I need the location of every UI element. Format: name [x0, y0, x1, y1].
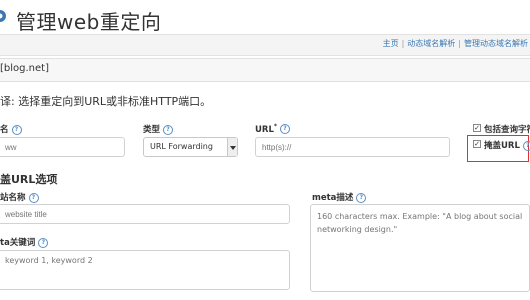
- mask-url-label-wrap: 掩盖URL?: [484, 139, 530, 151]
- site-name-input[interactable]: [0, 204, 290, 224]
- include-query-label: 包括查询字符串: [484, 125, 530, 135]
- meta-keywords-textarea[interactable]: [0, 250, 290, 290]
- type-select[interactable]: URL Forwarding: [143, 137, 238, 157]
- breadcrumb-home[interactable]: 主页: [383, 39, 399, 48]
- domain-label: [blog.net]: [0, 63, 49, 74]
- instruction-text: 译: 选择重定向到URL或非标准HTTP端口。: [0, 95, 212, 108]
- meta-description-label: meta描述: [312, 193, 354, 203]
- subdomain-label-wrap: 名?: [0, 123, 22, 135]
- domain-bar: [0, 58, 530, 82]
- mask-url-checkbox[interactable]: ✓: [473, 140, 481, 148]
- type-label: 类型: [143, 125, 161, 135]
- meta-keywords-label: ta关键词: [0, 238, 36, 248]
- site-name-label-wrap: 站名称?: [0, 191, 39, 203]
- type-select-value: URL Forwarding: [150, 142, 213, 151]
- required-mark: *: [273, 123, 278, 130]
- help-icon[interactable]: ?: [356, 192, 367, 203]
- subdomain-label: 名: [0, 125, 9, 135]
- type-label-wrap: 类型?: [143, 123, 174, 135]
- help-icon[interactable]: ?: [522, 140, 530, 151]
- url-label: URL: [255, 124, 274, 135]
- breadcrumb-dynamic-dns[interactable]: 动态域名解析: [407, 39, 455, 48]
- gear-icon: [0, 10, 6, 22]
- page-title: 管理web重定向: [16, 10, 162, 34]
- subdomain-input[interactable]: [0, 137, 125, 157]
- meta-keywords-label-wrap: ta关键词?: [0, 236, 49, 248]
- chevron-down-icon[interactable]: [227, 138, 237, 156]
- mask-url-label: 掩盖URL: [484, 141, 520, 151]
- help-icon[interactable]: ?: [280, 124, 291, 135]
- help-icon[interactable]: ?: [163, 124, 174, 135]
- help-icon[interactable]: ?: [11, 124, 22, 135]
- site-name-label: 站名称: [0, 193, 26, 203]
- help-icon[interactable]: ?: [38, 237, 49, 248]
- meta-description-textarea[interactable]: [310, 204, 530, 292]
- breadcrumb: 主页 | 动态域名解析 | 管理动态域名解析: [382, 39, 528, 48]
- url-input[interactable]: [255, 137, 450, 157]
- meta-description-label-wrap: meta描述?: [312, 191, 367, 203]
- include-query-checkbox[interactable]: ✓: [473, 124, 481, 132]
- help-icon[interactable]: ?: [28, 192, 39, 203]
- breadcrumb-manage-dynamic-dns[interactable]: 管理动态域名解析: [464, 39, 528, 48]
- mask-url-options-title: 盖URL选项: [0, 173, 58, 186]
- url-label-wrap: URL*?: [255, 123, 291, 135]
